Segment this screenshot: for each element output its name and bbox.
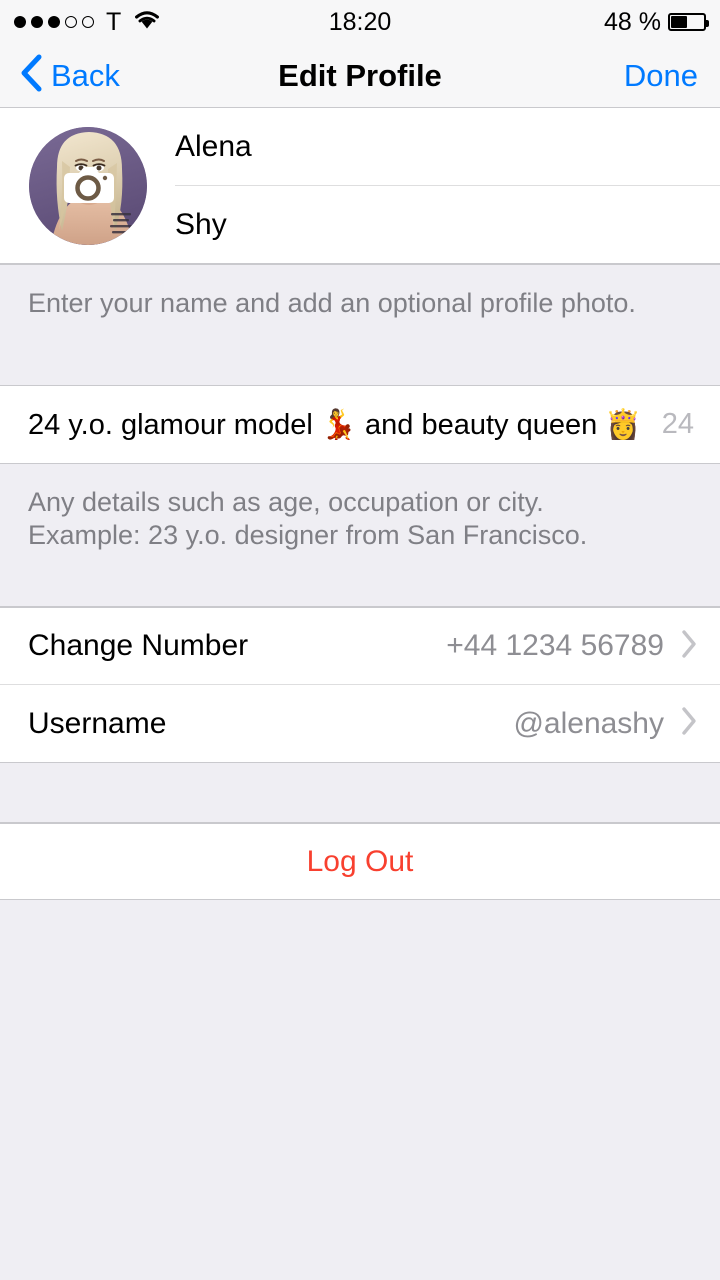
chevron-left-icon	[20, 54, 42, 97]
name-fields: Alena Shy	[175, 108, 720, 263]
battery-percentage-label: 48 %	[604, 7, 661, 36]
change-number-label: Change Number	[28, 629, 249, 662]
bio-hint-block: Any details such as age, occupation or c…	[0, 463, 720, 607]
bio-character-counter: 24	[661, 408, 694, 440]
bio-input[interactable]: 24 y.o. glamour model 💃 and beauty queen…	[28, 408, 648, 442]
log-out-label: Log Out	[306, 844, 414, 878]
chevron-right-icon	[680, 629, 698, 664]
bottom-empty-area	[0, 900, 720, 1266]
avatar	[28, 126, 147, 245]
settings-list: Change Number +44 1234 56789 Username @a…	[0, 607, 720, 763]
section-spacer	[0, 763, 720, 823]
chevron-right-icon	[680, 706, 698, 741]
username-label: Username	[28, 706, 167, 740]
settings-row-username[interactable]: Username @alenashy	[0, 685, 720, 762]
name-hint-text: Enter your name and add an optional prof…	[28, 288, 636, 318]
last-name-input[interactable]: Shy	[175, 186, 720, 263]
camera-icon	[63, 166, 114, 203]
change-number-value: +44 1234 56789	[446, 629, 664, 662]
name-hint-block: Enter your name and add an optional prof…	[0, 264, 720, 386]
back-button-label: Back	[51, 57, 120, 93]
username-value: @alenashy	[513, 706, 664, 740]
back-button[interactable]: Back	[0, 54, 120, 97]
settings-row-change-number[interactable]: Change Number +44 1234 56789	[0, 608, 720, 685]
first-name-input[interactable]: Alena	[175, 108, 720, 186]
battery-icon	[668, 13, 709, 31]
bio-hint-line-1: Any details such as age, occupation or c…	[28, 487, 544, 517]
status-bar-right: 48 %	[360, 7, 709, 37]
profile-section: Alena Shy	[0, 108, 720, 264]
signal-strength-icon	[14, 16, 94, 28]
bio-hint-line-2: Example: 23 y.o. designer from San Franc…	[28, 519, 588, 550]
status-bar: T 18:20 48 %	[0, 0, 720, 44]
log-out-button[interactable]: Log Out	[0, 823, 720, 900]
bio-row: 24 y.o. glamour model 💃 and beauty queen…	[0, 386, 720, 463]
edit-profile-screen: T 18:20 48 % Back Edit Profile Done Alen…	[0, 0, 720, 1280]
wifi-icon	[133, 9, 161, 35]
status-bar-left: T	[14, 9, 360, 35]
navigation-bar: Back Edit Profile Done	[0, 44, 720, 108]
done-button[interactable]: Done	[624, 58, 698, 94]
carrier-label: T	[106, 7, 122, 36]
profile-photo-button[interactable]	[0, 108, 175, 263]
